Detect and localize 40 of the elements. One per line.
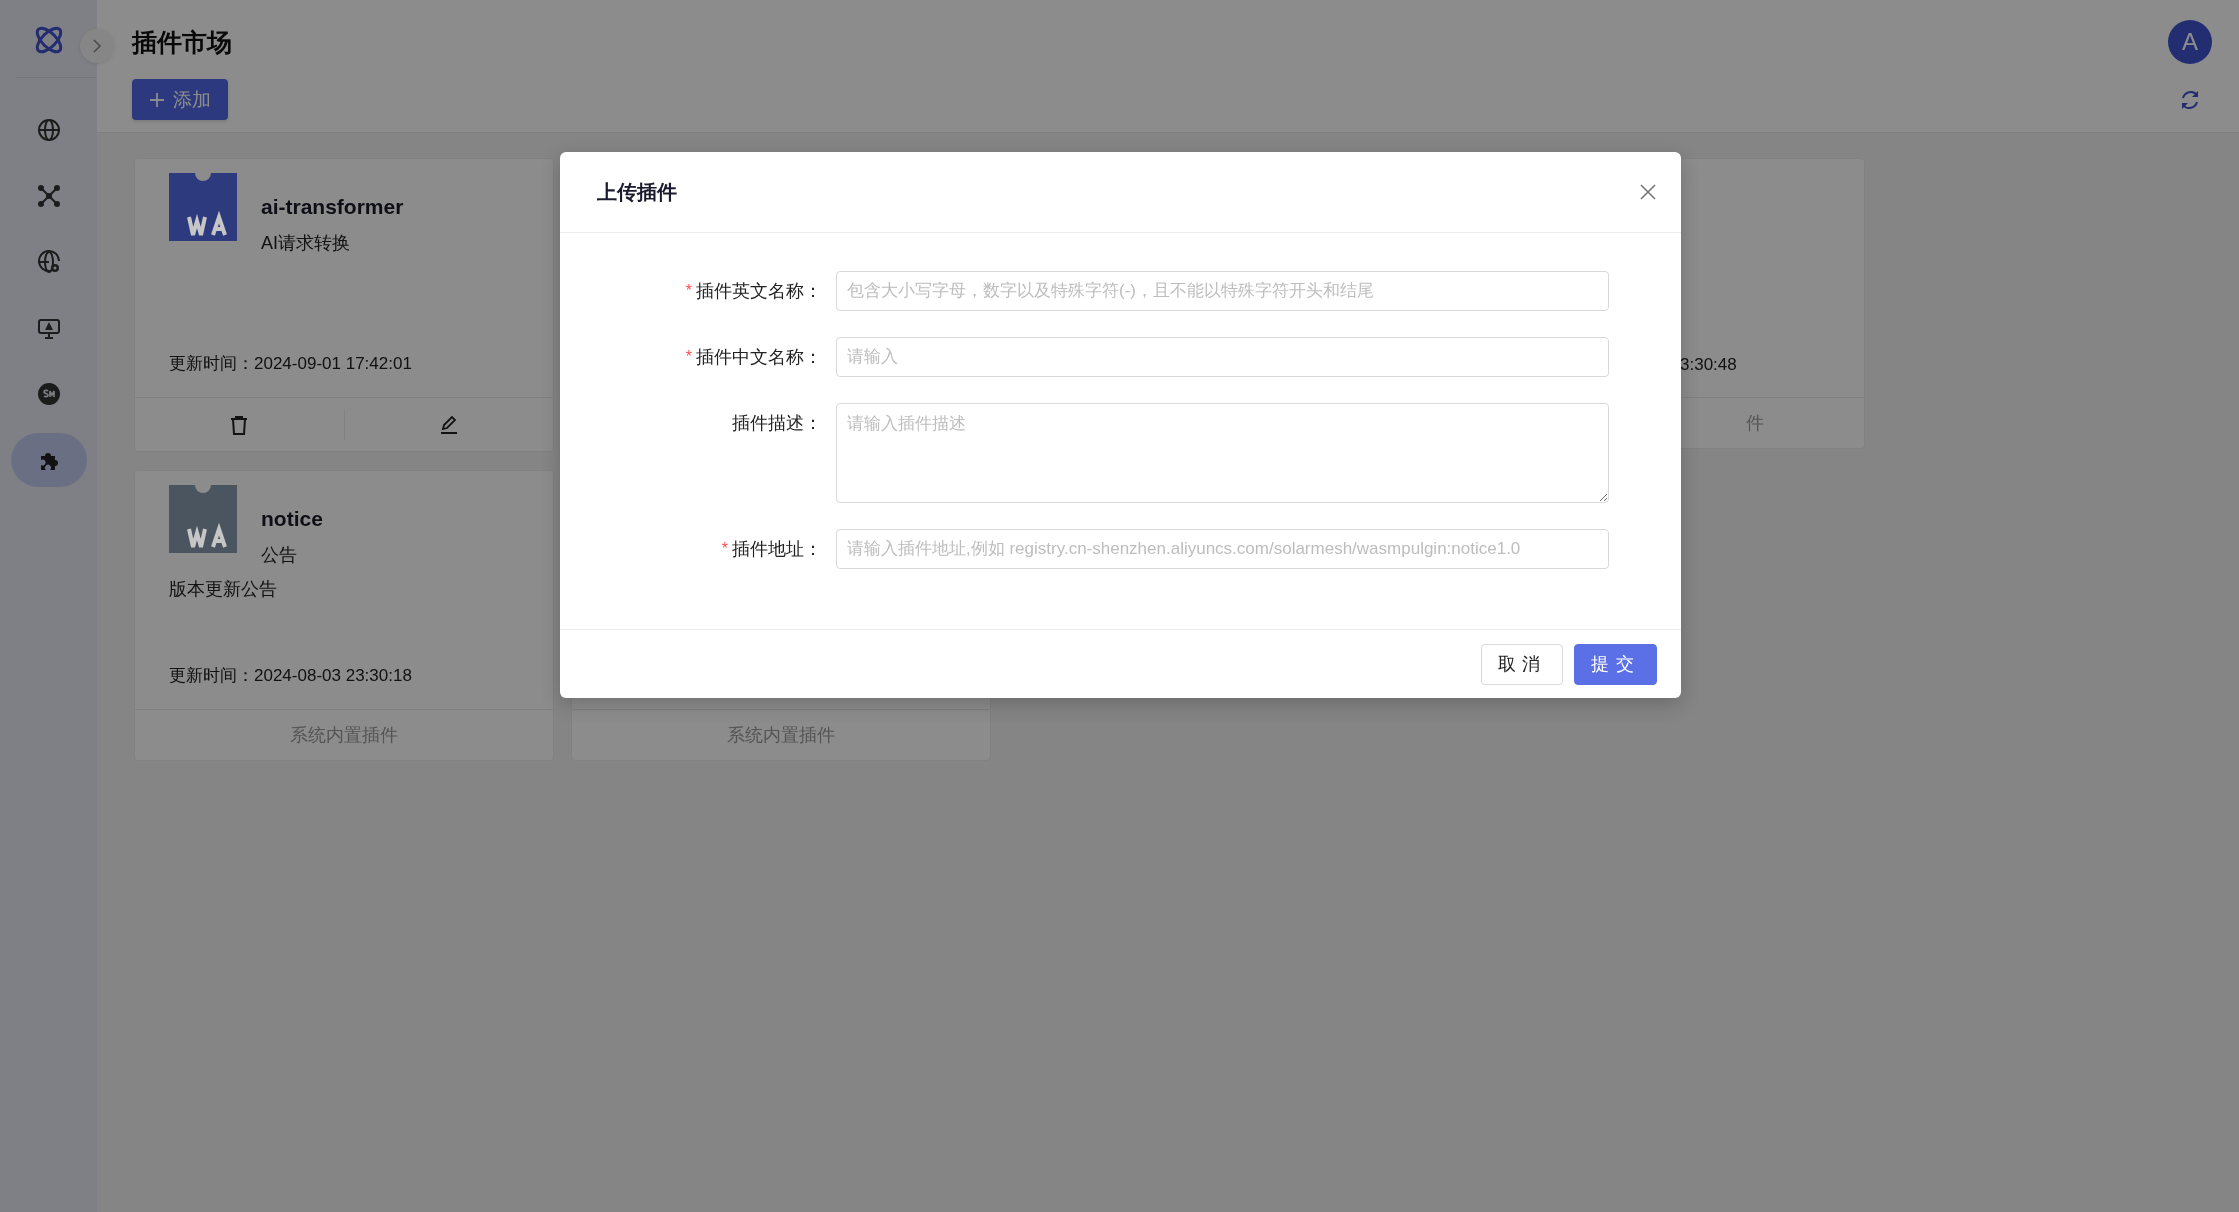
field-label: 插件地址： <box>732 538 822 561</box>
input-field[interactable]: 请输入插件地址,例如 registry.cn-shenzhen.aliyuncs.com/solarmesh/wasmpulgin:notice1.0 <box>836 529 1609 569</box>
nodes-icon <box>36 184 61 208</box>
description-field[interactable]: 请输入插件描述 <box>836 403 1609 503</box>
required-mark: * <box>685 348 692 366</box>
builtin-label: 件 <box>1746 412 1764 435</box>
add-button[interactable]: 添加 <box>132 79 228 120</box>
required-mark: * <box>721 540 728 558</box>
refresh-icon[interactable] <box>2179 88 2201 111</box>
page-title: 插件市场 <box>132 26 232 58</box>
plugin-name: ai-transformer <box>261 195 404 219</box>
field-label: 插件中文名称： <box>696 346 822 369</box>
trash-icon[interactable] <box>230 414 249 435</box>
close-icon[interactable] <box>1639 183 1657 201</box>
monitor-alert-icon <box>36 316 61 340</box>
globe-gear-icon <box>36 250 61 274</box>
plus-icon <box>149 91 165 108</box>
builtin-label: 系统内置插件 <box>290 724 398 747</box>
builtin-label: 系统内置插件 <box>727 724 835 747</box>
dialog-title: 上传插件 <box>597 179 677 205</box>
badge-icon <box>36 382 61 406</box>
sidebar-item[interactable] <box>10 433 87 487</box>
field-label: 插件英文名称： <box>696 280 822 303</box>
plugin-description: AI请求转换 <box>261 232 351 255</box>
plugin-description: 公告 <box>261 544 298 567</box>
required-mark: * <box>685 282 692 300</box>
plugin-summary: 版本更新公告 <box>169 578 278 601</box>
update-time: 更新时间：2024-09-01 17:42:01 <box>169 353 413 375</box>
update-time: 更新时间：2024-08-03 23:30:18 <box>169 665 413 687</box>
edit-icon[interactable] <box>438 414 459 435</box>
globe-icon <box>36 118 61 142</box>
update-time: 3:30:48 <box>1680 355 1738 375</box>
input-field[interactable]: 请输入 <box>836 337 1609 377</box>
chevron-right-icon <box>92 39 102 53</box>
field-label: 插件描述： <box>732 412 822 435</box>
submit-button[interactable]: 提交 <box>1574 643 1657 685</box>
cancel-button[interactable]: 取消 <box>1480 643 1564 685</box>
plugin-name: notice <box>261 507 323 531</box>
user-avatar[interactable]: A <box>2168 20 2212 64</box>
input-field[interactable]: 包含大小写字母，数字以及特殊字符(-)，且不能以特殊字符开头和结尾 <box>836 271 1609 311</box>
